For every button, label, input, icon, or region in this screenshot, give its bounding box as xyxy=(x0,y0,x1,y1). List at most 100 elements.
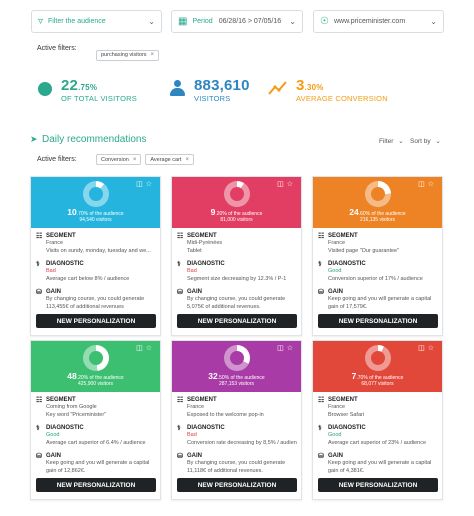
segment-line: France xyxy=(187,404,205,410)
segment-line: France xyxy=(328,404,346,410)
audience-filter-label: Filter the audience xyxy=(48,18,106,25)
visitor-count: 287,153 visitors xyxy=(218,381,255,387)
diagnostic-section: ⚕ DIAGNOSTIC Good Conversion superior of … xyxy=(318,260,438,283)
star-icon[interactable]: ☆ xyxy=(287,345,296,352)
diagnostic-title: DIAGNOSTIC xyxy=(46,261,84,267)
site-dropdown[interactable]: ☉ www.priceminister.com ⌄ xyxy=(313,10,444,33)
stethoscope-icon: ⚕ xyxy=(318,425,322,432)
diagnostic-section: ⚕ DIAGNOSTIC Bad Segment size decreasing … xyxy=(177,260,297,283)
audience-donut xyxy=(83,345,109,371)
period-dropdown[interactable]: ▦ Period 06/28/16 > 07/05/16 ⌄ xyxy=(171,10,303,33)
new-personalization-button[interactable]: NEW PERSONALIZATION xyxy=(36,478,156,492)
paper-plane-icon: ➤ xyxy=(30,134,38,144)
segment-line: Coming from Google xyxy=(46,404,97,410)
gain-line: Keep going and you will generate a capit… xyxy=(328,296,432,302)
recommendation-card: ◫☆ 48.20% of the audience 425,900 visito… xyxy=(30,340,161,500)
chevron-down-icon: ⌄ xyxy=(398,138,404,145)
segment-line: Midi-Pyrénées xyxy=(187,240,223,246)
gain-title: GAIN xyxy=(46,289,61,295)
card-actions: ◫☆ xyxy=(136,344,155,352)
gain-line: By changing course, you could generate xyxy=(187,296,286,302)
gain-section: ⛁ GAIN By changing course, you could gene… xyxy=(177,288,297,311)
filter-chip-purchasing[interactable]: purchasing visitors × xyxy=(96,49,160,61)
segment-icon: ☷ xyxy=(318,233,325,240)
gain-line: Keep going and you will generate a capit… xyxy=(46,460,150,466)
new-personalization-button[interactable]: NEW PERSONALIZATION xyxy=(36,314,156,328)
segment-title: SEGMENT xyxy=(328,233,358,239)
segment-line: Browser Safari xyxy=(328,411,365,418)
trash-icon[interactable]: ◫ xyxy=(277,181,287,188)
trash-icon[interactable]: ◫ xyxy=(418,345,428,352)
active-filters-label: Active filters: xyxy=(37,156,77,163)
new-personalization-button[interactable]: NEW PERSONALIZATION xyxy=(177,478,297,492)
stat-conversion-label: AVERAGE CONVERSION xyxy=(296,94,388,103)
close-icon[interactable]: × xyxy=(151,52,155,58)
sort-dropdown[interactable]: Sort by ⌄ xyxy=(410,137,441,145)
diagnostic-text: Conversion superior of 17% / audience xyxy=(328,275,423,282)
close-icon[interactable]: × xyxy=(133,157,137,163)
gain-line: 11,118€ of additional revenues. xyxy=(187,467,263,474)
card-actions: ◫☆ xyxy=(418,180,437,188)
diagnostic-text: Average cart below 8% / audience xyxy=(46,275,130,282)
period-label: Period xyxy=(192,18,213,25)
stat-visitors-value: 883,610 xyxy=(194,77,250,94)
star-icon[interactable]: ☆ xyxy=(287,181,296,188)
diagnostic-status: Good xyxy=(328,268,342,274)
new-personalization-button[interactable]: NEW PERSONALIZATION xyxy=(318,314,438,328)
star-icon[interactable]: ☆ xyxy=(428,181,437,188)
visitor-count: 68,077 visitors xyxy=(361,381,394,387)
trash-icon[interactable]: ◫ xyxy=(277,345,287,352)
star-icon[interactable]: ☆ xyxy=(428,345,437,352)
trash-icon[interactable]: ◫ xyxy=(418,181,428,188)
site-value: www.priceminister.com xyxy=(333,18,406,25)
audience-percent: 48.20% of the audience xyxy=(67,371,124,381)
new-personalization-button[interactable]: NEW PERSONALIZATION xyxy=(318,478,438,492)
filter-chip-average-cart[interactable]: Average cart × xyxy=(145,154,194,165)
audience-donut xyxy=(224,345,250,371)
audience-filter-dropdown[interactable]: ▿ Filter the audience ⌄ xyxy=(31,10,162,33)
new-personalization-button[interactable]: NEW PERSONALIZATION xyxy=(177,314,297,328)
star-icon[interactable]: ☆ xyxy=(146,345,155,352)
card-actions: ◫☆ xyxy=(418,344,437,352)
segment-section: ☷ SEGMENT France Exposed to the welcome p… xyxy=(177,396,297,419)
chevron-down-icon: ⌄ xyxy=(435,138,441,145)
funnel-icon: ▿ xyxy=(38,15,44,27)
segment-section: ☷ SEGMENT Coming from Google Key word "Pr… xyxy=(36,396,156,419)
gain-section: ⛁ GAIN Keep going and you will generate a… xyxy=(318,452,438,475)
gain-title: GAIN xyxy=(46,453,61,459)
recommendation-card: ◫☆ 9.20% of the audience 81,000 visitors… xyxy=(171,176,302,336)
diagnostic-status: Good xyxy=(328,432,342,438)
trash-icon[interactable]: ◫ xyxy=(136,345,146,352)
coins-icon: ⛁ xyxy=(36,289,42,296)
diagnostic-section: ⚕ DIAGNOSTIC Good Average cart superior o… xyxy=(318,424,438,447)
segment-line: France xyxy=(46,240,64,246)
diagnostic-text: Conversion rate decreasing by 8,5% / aud… xyxy=(187,439,297,446)
diagnostic-status: Good xyxy=(46,432,60,438)
card-header: ◫☆ 7.70% of the audience 68,077 visitors xyxy=(313,341,442,392)
segment-icon: ☷ xyxy=(36,233,43,240)
diagnostic-title: DIAGNOSTIC xyxy=(46,425,84,431)
recommendation-card: ◫☆ 32.50% of the audience 287,153 visito… xyxy=(171,340,302,500)
audience-donut xyxy=(365,345,391,371)
filter-dropdown[interactable]: Filter ⌄ xyxy=(379,137,404,145)
coins-icon: ⛁ xyxy=(318,453,324,460)
stat-share-icon xyxy=(38,82,52,96)
stethoscope-icon: ⚕ xyxy=(177,425,181,432)
stethoscope-icon: ⚕ xyxy=(318,261,322,268)
audience-percent: 24.60% of the audience xyxy=(349,207,406,217)
star-icon[interactable]: ☆ xyxy=(146,181,155,188)
card-actions: ◫☆ xyxy=(277,180,296,188)
diagnostic-text: Segment size decreasing by 12.3% / P-1 xyxy=(187,275,287,282)
globe-icon: ☉ xyxy=(320,15,329,27)
segment-section: ☷ SEGMENT France Visits on sundy, monday,… xyxy=(36,232,156,255)
gain-title: GAIN xyxy=(187,289,202,295)
filter-chip-conversion[interactable]: Conversion × xyxy=(96,154,142,165)
trash-icon[interactable]: ◫ xyxy=(136,181,146,188)
diagnostic-section: ⚕ DIAGNOSTIC Bad Conversion rate decreasi… xyxy=(177,424,297,447)
close-icon[interactable]: × xyxy=(185,157,189,163)
card-actions: ◫☆ xyxy=(136,180,155,188)
coins-icon: ⛁ xyxy=(177,289,183,296)
filter-chip-label: purchasing visitors xyxy=(101,52,147,58)
chevron-down-icon: ⌄ xyxy=(148,17,155,26)
gain-title: GAIN xyxy=(328,453,343,459)
